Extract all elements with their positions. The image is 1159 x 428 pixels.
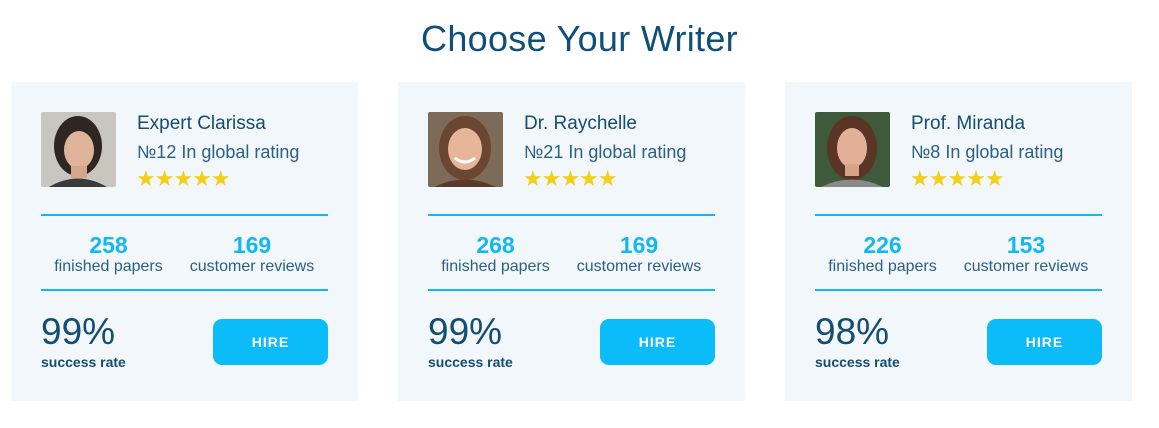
success-rate-value: 98% (815, 311, 890, 352)
rating-stars-icon: ★★★★★ (136, 166, 231, 191)
divider (815, 214, 1102, 216)
reviews-count: 169 (619, 232, 659, 258)
reviews-count: 169 (232, 232, 272, 258)
success-rate-label: success rate (428, 354, 513, 370)
writer-rank: №12 In global rating (137, 142, 300, 162)
divider (815, 289, 1102, 291)
success-rate-value: 99% (428, 311, 503, 352)
divider (41, 214, 328, 216)
papers-label: finished papers (441, 258, 550, 275)
reviews-count: 153 (1006, 232, 1046, 258)
writer-avatar (428, 112, 503, 187)
success-rate-label: success rate (815, 354, 900, 370)
hire-button[interactable]: HIRE (213, 319, 328, 365)
customer-reviews-stat: 169 customer reviews (177, 232, 327, 276)
rating-stars-icon: ★★★★★ (523, 166, 618, 191)
papers-label: finished papers (54, 258, 163, 275)
papers-count: 258 (89, 232, 128, 258)
customer-reviews-stat: 153 customer reviews (951, 232, 1101, 276)
papers-count: 226 (863, 232, 902, 258)
writer-rank: №8 In global rating (911, 142, 1064, 162)
writer-name: Expert Clarissa (137, 113, 266, 134)
divider (41, 289, 328, 291)
finished-papers-stat: 258 finished papers (41, 232, 176, 276)
papers-count: 268 (476, 232, 515, 258)
hire-button[interactable]: HIRE (600, 319, 715, 365)
writers-section: Choose Your Writer Expert Clarissa №12 I… (0, 0, 1159, 428)
divider (428, 289, 715, 291)
papers-label: finished papers (828, 258, 937, 275)
writer-rank: №21 In global rating (524, 142, 687, 162)
rating-stars-icon: ★★★★★ (910, 166, 1005, 191)
reviews-label: customer reviews (576, 258, 702, 275)
reviews-label: customer reviews (963, 258, 1089, 275)
writer-card: Dr. Raychelle №21 In global rating ★★★★★… (398, 82, 745, 401)
success-rate-value: 99% (41, 311, 116, 352)
writer-name: Dr. Raychelle (524, 113, 637, 134)
hire-button[interactable]: HIRE (987, 319, 1102, 365)
writer-card: Expert Clarissa №12 In global rating ★★★… (11, 82, 358, 401)
writer-name: Prof. Miranda (911, 113, 1026, 134)
page-title: Choose Your Writer (421, 18, 738, 59)
finished-papers-stat: 268 finished papers (428, 232, 563, 276)
customer-reviews-stat: 169 customer reviews (564, 232, 714, 276)
writer-avatar (41, 112, 116, 187)
writer-avatar (815, 112, 890, 187)
writer-card: Prof. Miranda №8 In global rating ★★★★★ … (785, 82, 1132, 401)
reviews-label: customer reviews (189, 258, 315, 275)
divider (428, 214, 715, 216)
success-rate-label: success rate (41, 354, 126, 370)
finished-papers-stat: 226 finished papers (815, 232, 950, 276)
